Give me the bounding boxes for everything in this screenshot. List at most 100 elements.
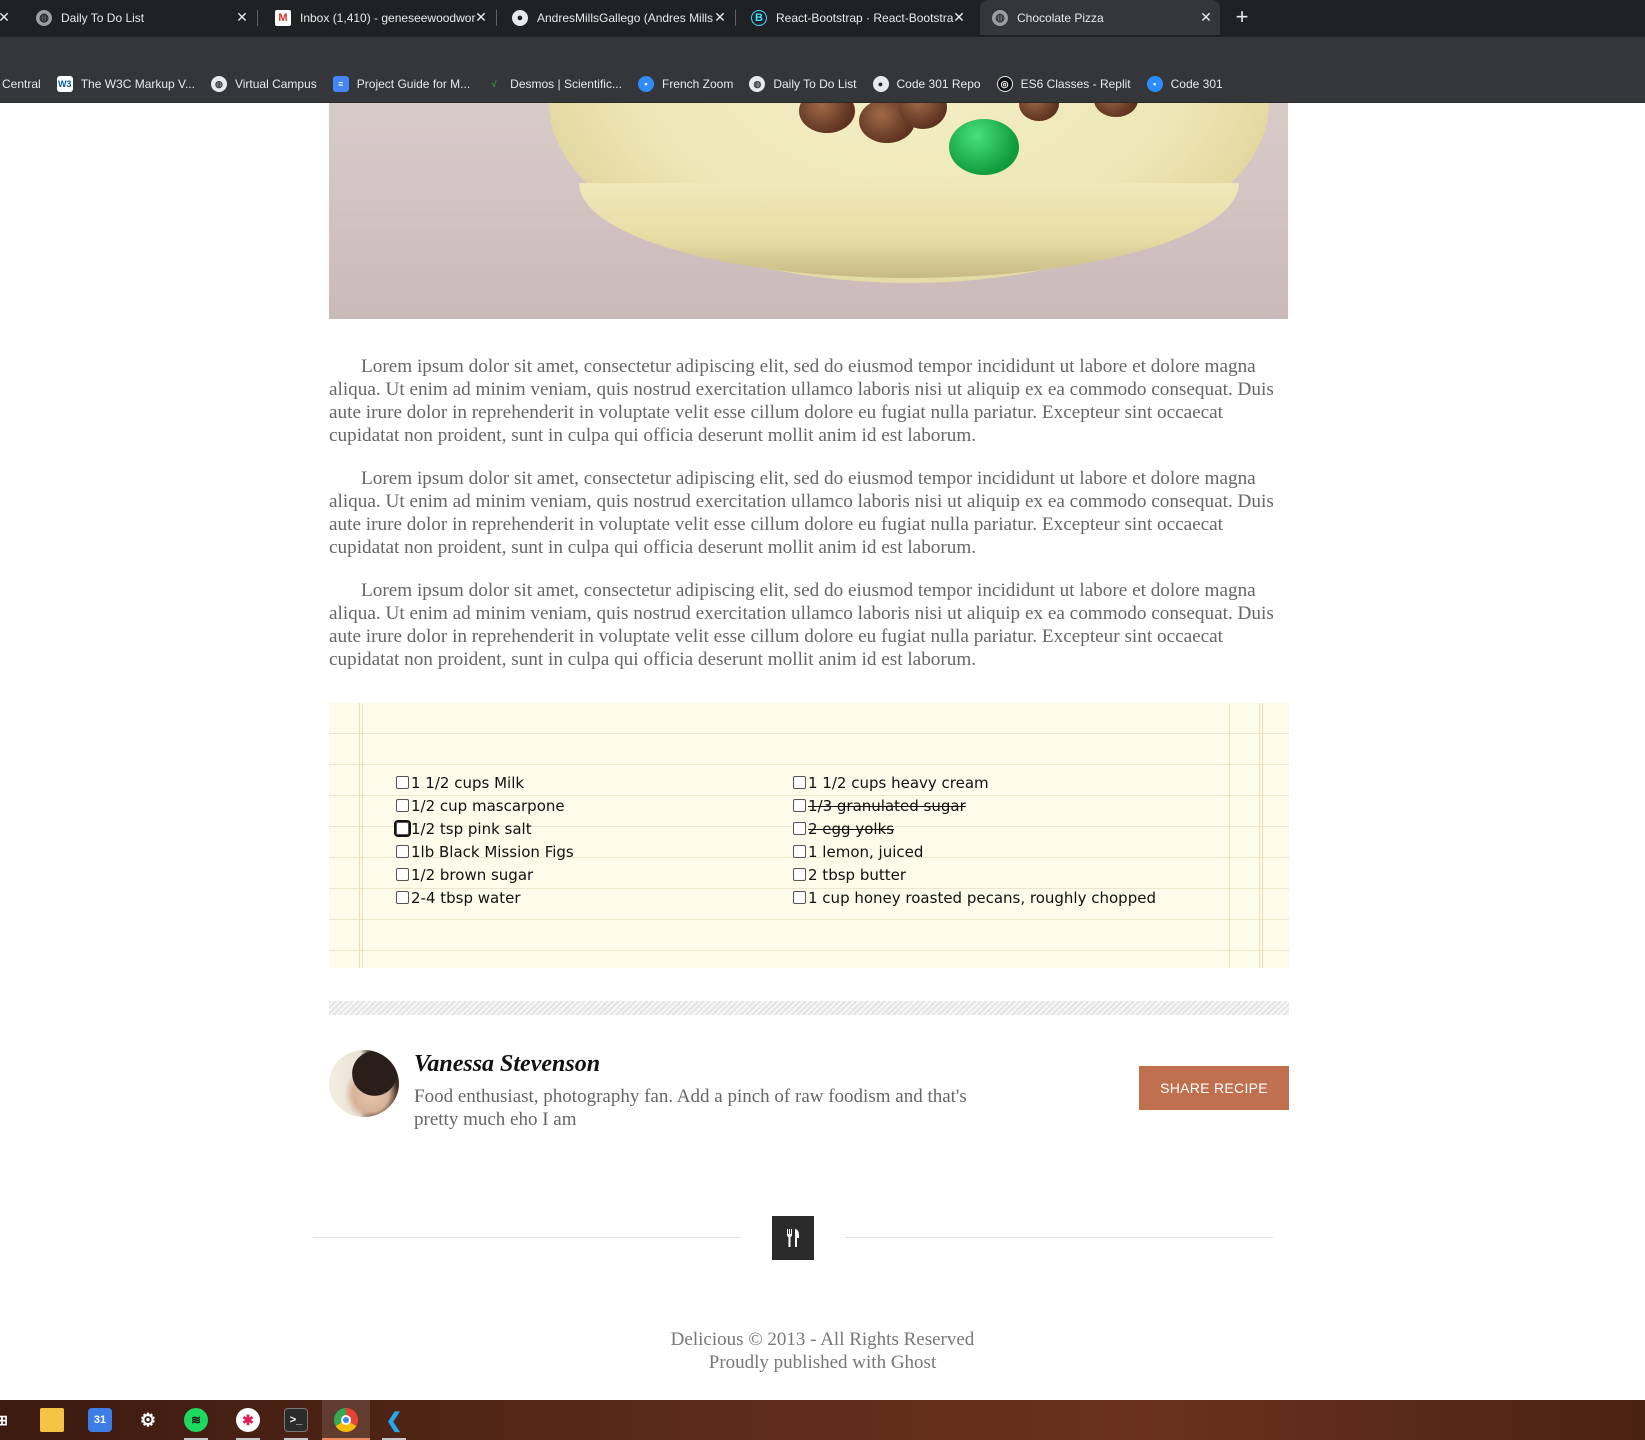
- ingredient-checkbox[interactable]: [793, 822, 806, 835]
- tab-gmail[interactable]: M Inbox (1,410) - geneseewoodwor ✕: [263, 0, 495, 35]
- ingredient-label: 1/2 brown sugar: [411, 865, 534, 884]
- chrome-icon: [334, 1408, 358, 1432]
- tab-strip: ✕ ◍ Daily To Do List ✕ M Inbox (1,410) -…: [0, 0, 1645, 37]
- file-explorer-icon: [40, 1408, 64, 1432]
- taskbar-file-explorer[interactable]: [28, 1400, 76, 1440]
- close-tab-icon[interactable]: ✕: [1198, 9, 1214, 25]
- taskbar-steam[interactable]: ⚙: [124, 1400, 172, 1440]
- bookmark-desmos[interactable]: √ Desmos | Scientific...: [486, 76, 622, 92]
- tab-github[interactable]: ● AndresMillsGallego (Andres Mills ✕: [502, 0, 734, 35]
- ingredient-checkbox[interactable]: [793, 891, 806, 904]
- bookmark-daily-to-do[interactable]: ◍ Daily To Do List: [749, 76, 857, 92]
- zoom-icon: ▪: [637, 76, 654, 92]
- article-paragraph: Lorem ipsum dolor sit amet, consectetur …: [329, 356, 1274, 446]
- tab-daily-to-do[interactable]: ◍ Daily To Do List ✕: [24, 0, 256, 35]
- fork-knife-icon-glyph: [787, 1229, 799, 1247]
- new-tab-button[interactable]: +: [1230, 5, 1254, 29]
- ingredient-item[interactable]: 1 1/2 cups heavy cream: [793, 771, 1156, 794]
- tab-chocolate-pizza[interactable]: ◍ Chocolate Pizza ✕: [980, 0, 1220, 35]
- taskbar-calendar[interactable]: 31: [76, 1400, 124, 1440]
- ingredient-checkbox[interactable]: [793, 868, 806, 881]
- tab-react-bootstrap[interactable]: B React-Bootstrap · React-Bootstra ✕: [741, 0, 973, 35]
- ingredient-checkbox[interactable]: [396, 891, 409, 904]
- ingredient-item[interactable]: 1 lemon, juiced: [793, 840, 1156, 863]
- article-paragraph: Lorem ipsum dolor sit amet, consectetur …: [329, 468, 1274, 558]
- chrome-icon-center: [341, 1415, 351, 1425]
- bookmark-french-zoom[interactable]: ▪ French Zoom: [637, 76, 734, 92]
- share-recipe-button[interactable]: SHARE RECIPE: [1139, 1066, 1289, 1110]
- globe-icon: ◍: [749, 76, 766, 92]
- footer-published: Proudly published with Ghost: [708, 1352, 937, 1373]
- footer-rule: [845, 1237, 1273, 1238]
- close-tab-icon[interactable]: ✕: [234, 9, 250, 25]
- tab-title: Inbox (1,410) - geneseewoodwor: [300, 10, 476, 25]
- w3c-icon: W3: [56, 76, 73, 92]
- address-toolbar: [0, 37, 1645, 66]
- ingredient-checkbox[interactable]: [396, 868, 409, 881]
- start-button[interactable]: ⊞: [0, 1400, 26, 1440]
- footer-rule: [313, 1237, 740, 1238]
- bookmark-virtual-campus[interactable]: ◍ Virtual Campus: [210, 76, 317, 92]
- ingredient-item[interactable]: 2-4 tbsp water: [396, 886, 574, 909]
- ingredient-item[interactable]: 1/2 brown sugar: [396, 863, 574, 886]
- taskbar-terminal[interactable]: >_: [272, 1400, 320, 1440]
- bookmark-label: Daily To Do List: [773, 77, 857, 91]
- bookmark-label: Desmos | Scientific...: [510, 77, 622, 91]
- tab-title: Daily To Do List: [61, 10, 145, 25]
- ingredient-checkbox[interactable]: [396, 799, 409, 812]
- tab-separator: [257, 10, 258, 26]
- bookmark-w3c[interactable]: W3 The W3C Markup V...: [56, 76, 195, 92]
- ingredient-checkbox[interactable]: [396, 845, 409, 858]
- ingredient-checkbox[interactable]: [793, 799, 806, 812]
- ingredient-item[interactable]: 2 tbsp butter: [793, 863, 1156, 886]
- bookmark-code-301[interactable]: ▪ Code 301: [1146, 76, 1223, 92]
- tab-partial[interactable]: ✕: [0, 0, 14, 35]
- bookmark-label: Code 301: [1170, 77, 1223, 91]
- close-tab-icon[interactable]: ✕: [951, 9, 967, 25]
- ingredient-item[interactable]: 1/2 tsp pink salt: [394, 817, 574, 840]
- tab-separator: [496, 10, 497, 26]
- ingredient-checkbox[interactable]: [793, 776, 806, 789]
- page-content: Lorem ipsum dolor sit amet, consectetur …: [0, 103, 1645, 1400]
- ingredients-notebook: 1 1/2 cups Milk 1/2 cup mascarpone 1/2 t…: [329, 703, 1289, 968]
- section-divider: [329, 1001, 1289, 1015]
- ingredient-checkbox[interactable]: [394, 820, 411, 837]
- bookmark-label: French Zoom: [661, 77, 734, 91]
- green-candy: [949, 119, 1019, 175]
- margin-line: [362, 703, 363, 968]
- bookmark-central[interactable]: Central: [2, 77, 41, 91]
- bookmark-label: Central: [2, 77, 41, 91]
- ingredient-item[interactable]: 1 1/2 cups Milk: [396, 771, 574, 794]
- ingredient-item[interactable]: 1/3 granulated sugar: [793, 794, 1156, 817]
- ingredient-checkbox[interactable]: [396, 776, 409, 789]
- recipe-hero-image: [329, 103, 1288, 319]
- ingredient-item[interactable]: 1lb Black Mission Figs: [396, 840, 574, 863]
- taskbar-slack[interactable]: ✱: [224, 1400, 272, 1440]
- margin-line: [1229, 703, 1230, 968]
- author-name: Vanessa Stevenson: [414, 1051, 601, 1077]
- ingredient-item[interactable]: 1/2 cup mascarpone: [396, 794, 574, 817]
- ingredient-checkbox[interactable]: [793, 845, 806, 858]
- margin-line: [359, 703, 360, 968]
- taskbar-vscode[interactable]: ❮: [370, 1400, 418, 1440]
- bookmark-code-301-repo[interactable]: ● Code 301 Repo: [872, 76, 981, 92]
- docs-icon: ≡: [332, 76, 349, 92]
- tab-separator: [735, 10, 736, 26]
- recipe-article: Lorem ipsum dolor sit amet, consectetur …: [329, 355, 1289, 691]
- close-tab-icon[interactable]: ✕: [0, 9, 12, 25]
- close-tab-icon[interactable]: ✕: [473, 9, 489, 25]
- ingredient-label: 1lb Black Mission Figs: [411, 842, 574, 861]
- footer-copyright: Delicious © 2013 - All Rights Reserved: [670, 1329, 975, 1350]
- bookmark-project-guide[interactable]: ≡ Project Guide for M...: [332, 76, 470, 92]
- ingredient-item[interactable]: 2 egg yolks: [793, 817, 1156, 840]
- margin-line: [1259, 703, 1260, 968]
- ingredient-label: 1/2 tsp pink salt: [411, 819, 532, 838]
- ingredient-label: 1/2 cup mascarpone: [411, 796, 565, 815]
- ingredient-item[interactable]: 1 cup honey roasted pecans, roughly chop…: [793, 886, 1156, 909]
- taskbar-chrome[interactable]: [322, 1400, 370, 1440]
- start-icon: ⊞: [0, 1411, 8, 1428]
- calendar-icon: 31: [88, 1408, 112, 1432]
- bookmark-es6-replit[interactable]: ◎ ES6 Classes - Replit: [996, 76, 1131, 92]
- taskbar-spotify[interactable]: ≋: [172, 1400, 220, 1440]
- close-tab-icon[interactable]: ✕: [712, 9, 728, 25]
